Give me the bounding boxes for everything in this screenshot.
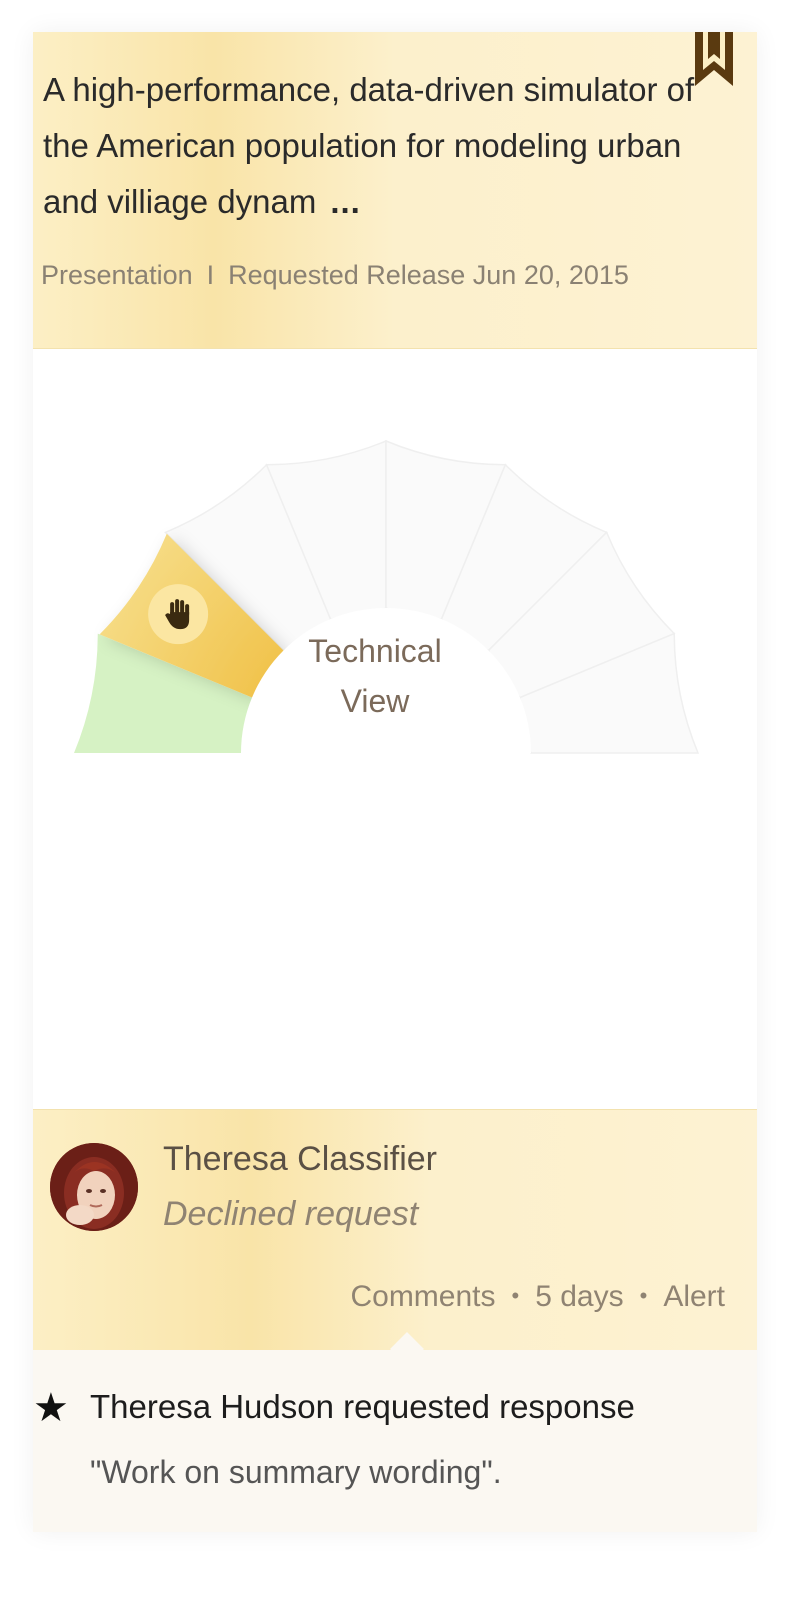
gauge-label: Technical View — [275, 626, 475, 726]
activity-links: Comments • 5 days • Alert — [350, 1280, 725, 1314]
requested-release: Requested Release Jun 20, 2015 — [228, 260, 629, 290]
gauge-label-line1: Technical — [308, 633, 442, 669]
user-action: Declined request — [163, 1195, 419, 1233]
bookmark-icon[interactable] — [695, 32, 733, 86]
user-name[interactable]: Theresa Classifier — [163, 1140, 437, 1179]
card-header: A high-performance, data-driven simulato… — [33, 32, 757, 349]
comment-body: "Work on summary wording". — [90, 1454, 502, 1490]
avatar-image — [50, 1143, 138, 1231]
link-separator: • — [639, 1283, 648, 1308]
comment-title: Theresa Hudson requested response — [90, 1388, 635, 1425]
avatar[interactable] — [50, 1143, 138, 1231]
comments-link[interactable]: Comments — [350, 1280, 495, 1313]
activity-age: 5 days — [535, 1280, 624, 1313]
title-text: A high-performance, data-driven simulato… — [43, 71, 695, 220]
request-card: A high-performance, data-driven simulato… — [33, 32, 757, 1532]
activity-panel: Theresa Classifier Declined request Comm… — [33, 1109, 757, 1350]
link-separator: • — [511, 1283, 520, 1308]
status-gauge: Technical View — [33, 349, 757, 809]
star-icon: ★ — [33, 1386, 69, 1430]
request-title[interactable]: A high-performance, data-driven simulato… — [43, 62, 703, 230]
gauge-label-line2: View — [340, 683, 410, 719]
more-ellipsis[interactable]: ... — [330, 183, 361, 220]
request-type: Presentation — [41, 260, 193, 290]
gauge-svg — [74, 439, 700, 754]
request-meta: Presentation I Requested Release Jun 20, 2… — [41, 260, 629, 291]
alert-link[interactable]: Alert — [663, 1280, 725, 1313]
meta-separator: I — [206, 260, 215, 290]
comment-item: ★ Theresa Hudson requested response "Wor… — [33, 1350, 757, 1532]
